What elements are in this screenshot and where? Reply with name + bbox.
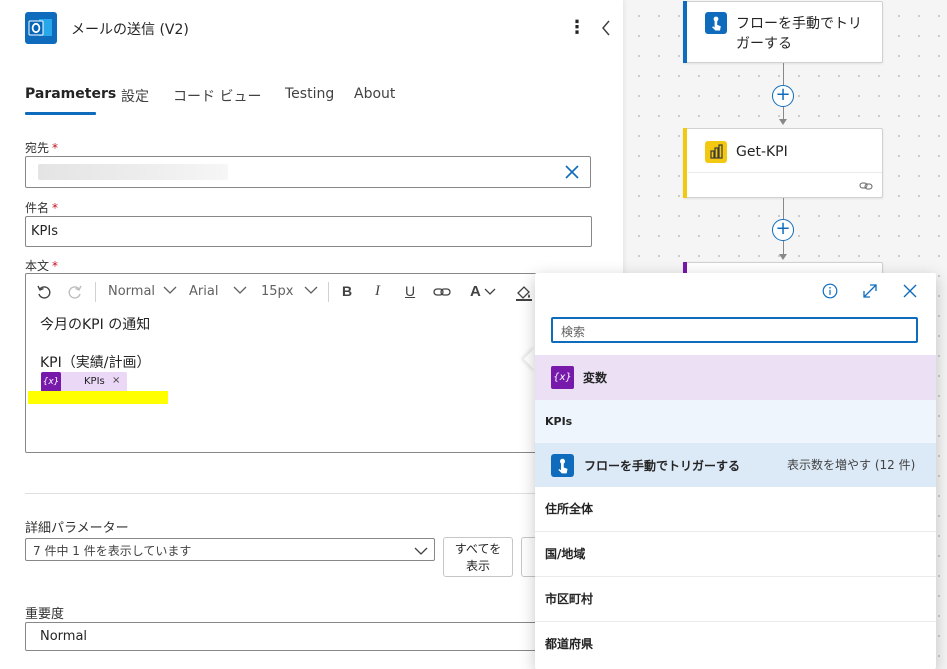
item-kpis[interactable]: KPIs (535, 400, 936, 443)
importance-value: Normal (40, 629, 88, 644)
remove-token-icon[interactable]: × (112, 375, 120, 386)
getkpi-card-accent (683, 128, 687, 198)
list-item[interactable]: 住所全体 (535, 487, 936, 532)
expand-icon[interactable] (862, 283, 878, 299)
link-icon (859, 180, 873, 190)
redo-icon[interactable] (67, 284, 83, 300)
underline-icon[interactable]: U (405, 283, 415, 299)
info-icon[interactable] (822, 283, 838, 299)
body-line-2: KPI（実績/計画） (40, 355, 151, 371)
tab-testing[interactable]: Testing (285, 86, 334, 102)
popup-search-field[interactable]: 検索 (551, 317, 918, 343)
highlight-marker (28, 391, 168, 404)
kpis-token[interactable]: {x} KPIs × (41, 372, 127, 392)
list-item[interactable]: 都道府県 (535, 622, 936, 667)
card-divider (688, 172, 882, 173)
getkpi-card[interactable]: Get-KPI (683, 128, 883, 198)
undo-icon[interactable] (36, 284, 52, 300)
connector-arrow (779, 254, 787, 260)
paragraph-style-dropdown[interactable]: Normal (108, 284, 177, 302)
importance-dropdown[interactable]: Normal (25, 622, 545, 651)
connector-line (783, 198, 784, 219)
powerbi-icon (705, 141, 727, 163)
add-step-button[interactable]: + (772, 219, 794, 241)
connector-arrow (779, 119, 787, 125)
section-variables-label: 変数 (583, 371, 608, 385)
panel-title: メールの送信 (V2) (71, 22, 189, 38)
action-details-panel: メールの送信 (V2) ⋮ Parameters 設定 コード ビュー Test… (0, 0, 623, 669)
outlook-icon (25, 12, 57, 44)
search-placeholder: 検索 (561, 325, 586, 339)
dynamic-content-popup: 検索 {x} 変数 KPIs フローを手動でトリガーする 表示数を増やす (12… (535, 273, 936, 669)
add-step-button[interactable]: + (772, 85, 794, 107)
list-item[interactable]: 市区町村 (535, 577, 936, 622)
highlight-color-icon[interactable] (514, 284, 534, 302)
tab-settings[interactable]: 設定 (121, 86, 149, 106)
subject-field[interactable]: KPIs (25, 216, 592, 247)
show-more-link[interactable]: 表示数を増やす (12 件) (787, 456, 915, 473)
section-trigger[interactable]: フローを手動でトリガーする 表示数を増やす (12 件) (535, 443, 936, 487)
show-all-button[interactable]: すべてを表示 (443, 537, 513, 577)
variable-icon: {x} (41, 372, 61, 392)
advanced-params-label: 詳細パラメーター (25, 521, 129, 536)
tab-active-indicator (25, 112, 96, 115)
connector-line (783, 241, 784, 255)
body-line-1: 今月のKPI の通知 (40, 317, 151, 333)
trigger-card[interactable]: フローを手動でトリガーする (683, 1, 883, 63)
tab-code-view[interactable]: コード ビュー (173, 86, 261, 106)
subject-value: KPIs (31, 224, 58, 239)
body-label: 本文 * (25, 259, 59, 273)
subject-label: 件名 * (25, 201, 59, 215)
section-variables[interactable]: {x} 変数 (535, 355, 936, 400)
italic-icon[interactable]: I (375, 283, 380, 300)
touch-icon (551, 454, 574, 477)
link-icon[interactable] (433, 286, 451, 298)
to-label: 宛先 * (25, 141, 59, 155)
section-divider (25, 493, 623, 494)
importance-label: 重要度 (25, 607, 65, 622)
advanced-params-dropdown[interactable]: 7 件中 1 件を表示しています (25, 538, 435, 561)
toolbar-divider (95, 282, 96, 302)
connector-line (783, 107, 784, 119)
token-label: KPIs (84, 376, 105, 387)
clear-icon[interactable] (564, 164, 580, 180)
font-color-icon[interactable]: A (470, 283, 496, 300)
list-item[interactable]: 国/地域 (535, 532, 936, 577)
tab-parameters[interactable]: Parameters (25, 86, 116, 102)
connector-line (783, 63, 784, 85)
tab-about[interactable]: About (354, 86, 395, 102)
trigger-card-title: フローを手動でトリガーする (736, 16, 862, 52)
touch-icon (705, 12, 727, 34)
close-icon[interactable] (902, 283, 918, 299)
font-family-dropdown[interactable]: Arial (189, 284, 247, 302)
item-kpis-label: KPIs (545, 415, 573, 428)
chevron-down-icon (414, 545, 428, 555)
trigger-card-accent (683, 1, 687, 63)
bold-icon[interactable]: B (342, 283, 352, 299)
advanced-params-summary: 7 件中 1 件を表示しています (33, 544, 192, 558)
variable-icon: {x} (551, 366, 574, 389)
getkpi-card-title: Get-KPI (736, 144, 788, 160)
redacted-recipient (38, 164, 228, 180)
font-size-dropdown[interactable]: 15px (261, 284, 318, 302)
collapse-chevron-icon[interactable] (598, 18, 614, 38)
more-options-icon[interactable]: ⋮ (568, 18, 586, 38)
section-trigger-label: フローを手動でトリガーする (584, 459, 741, 473)
toolbar-divider (328, 282, 329, 302)
body-editor[interactable]: Normal Arial 15px B I U A 今月のKPI の通知 KPI… (25, 273, 605, 453)
to-field[interactable] (25, 156, 591, 188)
